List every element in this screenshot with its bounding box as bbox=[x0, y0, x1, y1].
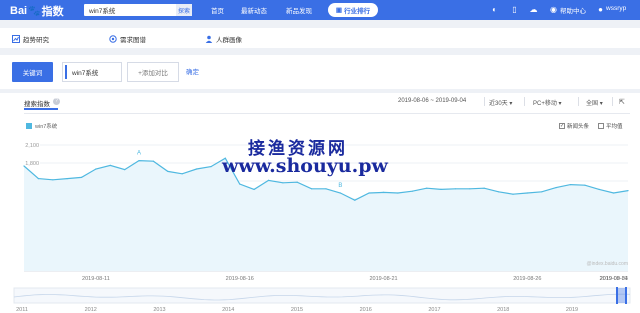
data-point bbox=[498, 191, 500, 193]
data-point bbox=[512, 193, 514, 195]
x-tick-label: 2019-08-21 bbox=[369, 276, 397, 282]
data-point bbox=[526, 192, 528, 194]
watermark-url: www.shouyu.pw bbox=[222, 155, 388, 177]
data-point bbox=[613, 192, 615, 194]
data-point bbox=[325, 188, 327, 190]
data-point bbox=[95, 168, 97, 170]
data-point bbox=[167, 170, 169, 172]
data-point bbox=[454, 188, 456, 190]
data-point bbox=[368, 192, 370, 194]
data-point bbox=[282, 182, 284, 184]
year-tick-label: 2011 bbox=[16, 307, 28, 313]
data-point bbox=[311, 188, 313, 190]
y-tick-label: 1,800 bbox=[25, 161, 39, 167]
year-tick-label: 2015 bbox=[291, 307, 303, 313]
data-point bbox=[555, 187, 557, 189]
year-tick-label: 2014 bbox=[222, 307, 234, 313]
data-point bbox=[627, 190, 629, 192]
data-point bbox=[598, 188, 600, 190]
year-tick-label: 2012 bbox=[85, 307, 97, 313]
year-tick-label: 2013 bbox=[153, 307, 165, 313]
data-point bbox=[469, 188, 471, 190]
data-point bbox=[66, 178, 68, 180]
data-point bbox=[569, 184, 572, 186]
year-tick-label: 2016 bbox=[360, 307, 372, 313]
year-tick-label: 2019 bbox=[566, 307, 578, 313]
data-point bbox=[382, 191, 385, 193]
data-point bbox=[354, 199, 356, 201]
data-point bbox=[426, 187, 428, 189]
data-point bbox=[411, 190, 413, 192]
data-point bbox=[23, 165, 25, 167]
data-point bbox=[239, 183, 241, 185]
data-point bbox=[124, 169, 126, 171]
data-point bbox=[138, 160, 140, 162]
data-point bbox=[541, 191, 543, 193]
data-point bbox=[109, 164, 111, 166]
y-tick-label: 2,100 bbox=[25, 143, 39, 149]
x-tick-label: 2019-08-11 bbox=[82, 276, 110, 282]
data-point bbox=[152, 160, 154, 162]
x-tick-label: 2019-08-26 bbox=[513, 276, 541, 282]
data-point bbox=[80, 176, 83, 178]
data-point bbox=[397, 192, 399, 194]
source-label: @index.baidu.com bbox=[587, 261, 629, 267]
annotation-marker: A bbox=[137, 151, 141, 157]
data-point bbox=[196, 168, 198, 170]
data-point bbox=[210, 166, 212, 168]
data-point bbox=[339, 192, 341, 194]
annotation-marker: B bbox=[338, 183, 342, 189]
data-point bbox=[483, 187, 485, 189]
data-point bbox=[253, 188, 255, 190]
overview-strip bbox=[13, 287, 631, 304]
year-tick-label: 2017 bbox=[428, 307, 440, 313]
range-selection bbox=[618, 288, 626, 303]
range-handle-left bbox=[616, 287, 618, 304]
range-handle-right bbox=[625, 287, 627, 304]
data-point bbox=[52, 179, 54, 181]
data-point bbox=[296, 181, 298, 183]
data-point bbox=[584, 184, 586, 186]
data-point bbox=[37, 178, 40, 180]
year-tick-label: 2018 bbox=[497, 307, 509, 313]
data-point bbox=[181, 173, 183, 175]
x-tick-label: 2019-08-16 bbox=[226, 276, 254, 282]
x-tick-label: 2019-09-04 bbox=[600, 276, 628, 282]
data-point bbox=[440, 188, 442, 190]
data-point bbox=[267, 179, 270, 181]
